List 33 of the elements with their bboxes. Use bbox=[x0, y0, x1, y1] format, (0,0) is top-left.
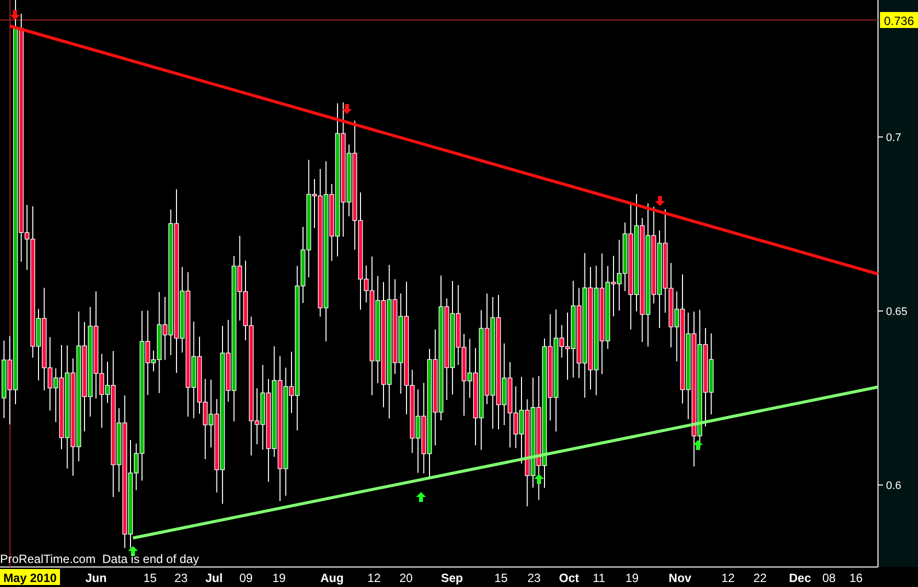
down-arrow-icon bbox=[655, 196, 665, 206]
x-axis-label: Jul bbox=[202, 569, 226, 585]
x-axis-label: Aug bbox=[320, 569, 344, 585]
x-axis-label: 15 bbox=[141, 569, 159, 585]
x-axis-label: Dec bbox=[788, 569, 812, 585]
up-arrow-icon bbox=[416, 492, 426, 502]
x-axis-label: 15 bbox=[492, 569, 510, 585]
x-axis-label: Jun bbox=[84, 569, 108, 585]
up-arrow-icon bbox=[534, 474, 544, 484]
up-arrow-icon bbox=[693, 440, 703, 450]
up-arrow-icon bbox=[128, 546, 138, 556]
x-axis-label: 22 bbox=[751, 569, 769, 585]
down-arrow-icon bbox=[342, 104, 352, 114]
down-arrow-icon bbox=[10, 10, 20, 20]
x-axis-label: Oct bbox=[556, 569, 582, 585]
x-axis-label: 16 bbox=[847, 569, 865, 585]
x-axis-label: May 2010 bbox=[0, 569, 60, 585]
x-axis-label: 23 bbox=[525, 569, 543, 585]
x-axis-label: 08 bbox=[820, 569, 838, 585]
y-axis-label: 0.6 bbox=[886, 480, 902, 492]
price-tag: 0.736 bbox=[880, 12, 918, 28]
x-axis-label: 09 bbox=[237, 569, 255, 585]
x-axis-label: 11 bbox=[590, 569, 608, 585]
x-axis-label: Nov bbox=[668, 569, 692, 585]
y-axis-label: 0.7 bbox=[886, 132, 902, 144]
x-axis-label: 19 bbox=[623, 569, 641, 585]
x-axis-label: 23 bbox=[172, 569, 190, 585]
x-axis-label: 20 bbox=[397, 569, 415, 585]
x-axis-label: 12 bbox=[719, 569, 737, 585]
y-axis-label: 0.65 bbox=[886, 306, 908, 318]
x-axis-label: Sep bbox=[440, 569, 464, 585]
x-axis-label: 12 bbox=[365, 569, 383, 585]
x-axis-label: 19 bbox=[270, 569, 288, 585]
